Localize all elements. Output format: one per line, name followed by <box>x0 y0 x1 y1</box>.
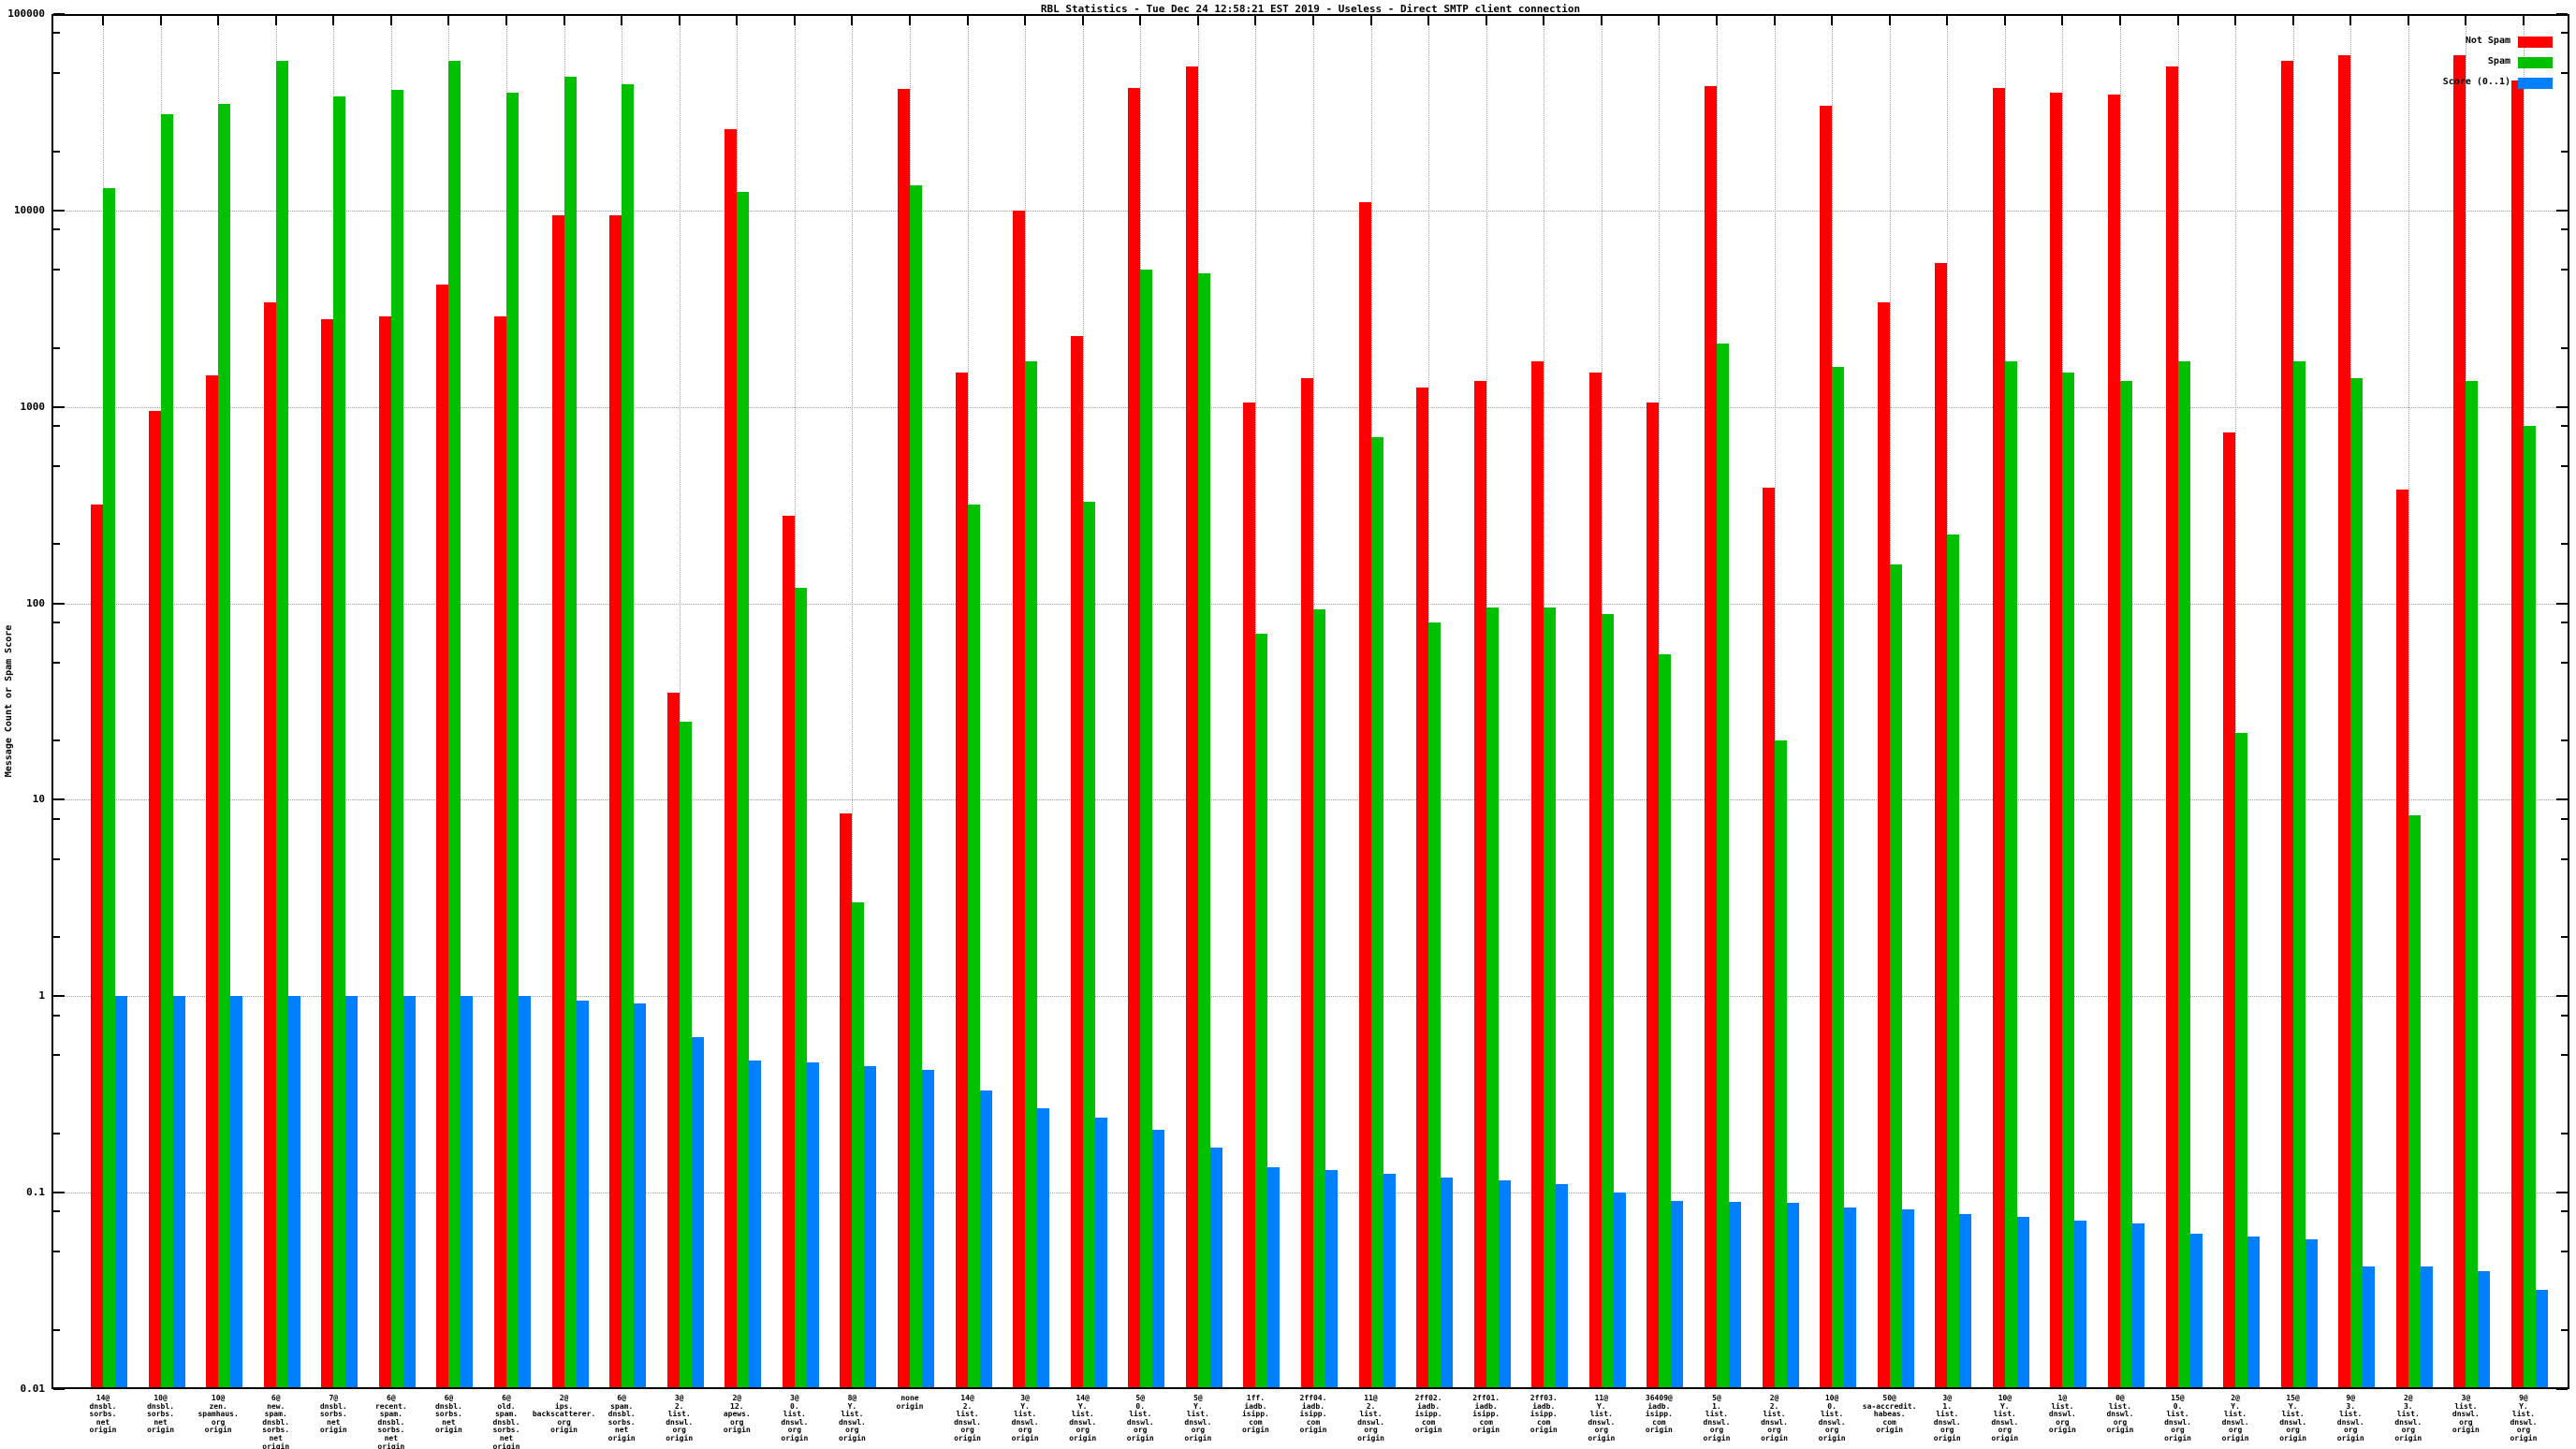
y-tick-label: 0.1 <box>2 1186 45 1198</box>
y-tick-label: 10000 <box>2 204 45 216</box>
y-tick-label: 1000 <box>2 401 45 413</box>
y-tick-label: 100000 <box>2 7 45 20</box>
legend-swatch <box>2518 37 2553 48</box>
y-tick-label: 100 <box>2 597 45 609</box>
legend-label: Not Spam <box>2323 36 2510 46</box>
x-category-label: 9@ Y. list. dnswl. org origin <box>2486 1395 2561 1443</box>
legend-label: Score (0..1) <box>2323 77 2510 87</box>
rbl-statistics-chart: RBL Statistics - Tue Dec 24 12:58:21 EST… <box>0 0 2576 1449</box>
y-tick-label: 0.01 <box>2 1383 45 1395</box>
legend-swatch <box>2518 78 2553 89</box>
legend-swatch <box>2518 57 2553 68</box>
plot-border <box>51 14 2569 1389</box>
legend-label: Spam <box>2323 56 2510 66</box>
y-tick-label: 10 <box>2 793 45 805</box>
y-tick-label: 1 <box>2 989 45 1002</box>
